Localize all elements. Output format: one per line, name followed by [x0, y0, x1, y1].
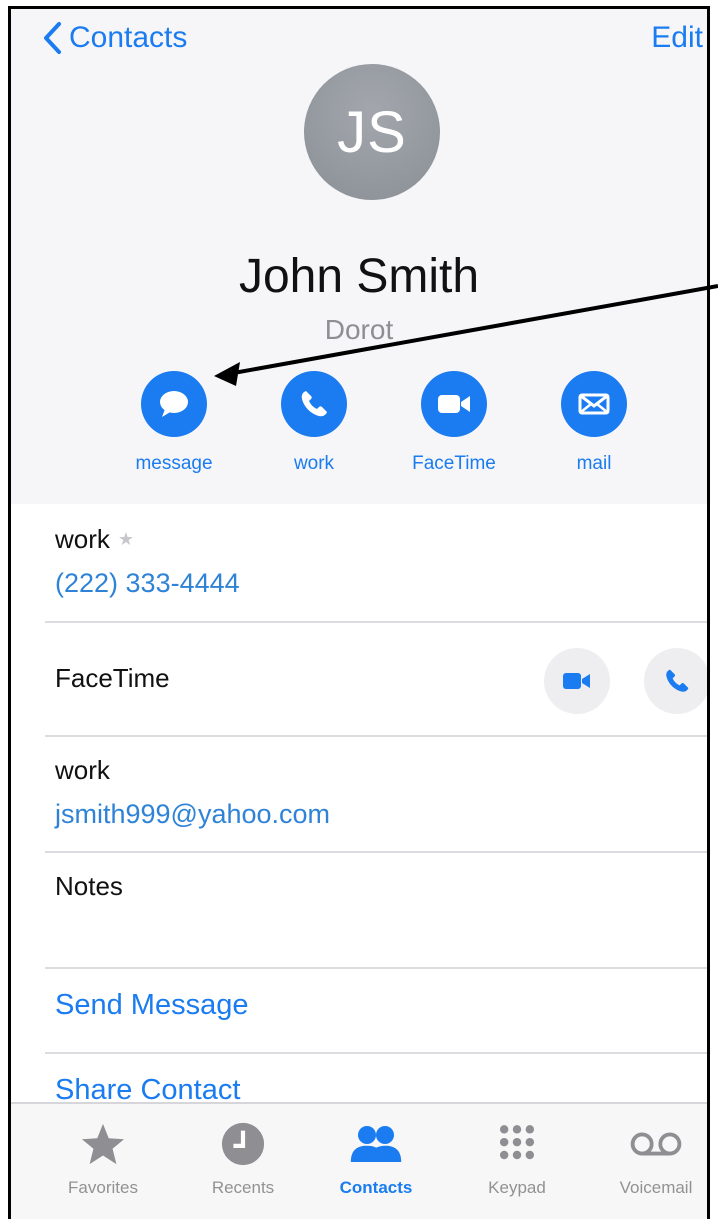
contacts-icon — [316, 1114, 436, 1174]
notes-label: Notes — [55, 871, 123, 901]
mail-action-button[interactable]: mail — [539, 371, 649, 475]
avatar-initials: JS — [337, 99, 407, 165]
mail-action-label: mail — [576, 453, 612, 474]
divider — [45, 967, 707, 969]
edit-button[interactable]: Edit — [651, 21, 703, 55]
voicemail-icon — [596, 1114, 707, 1174]
tab-voicemail[interactable]: Voicemail — [596, 1114, 707, 1198]
message-action-button[interactable]: message — [119, 371, 229, 475]
back-button[interactable]: Contacts — [41, 21, 187, 55]
facetime-label: FaceTime — [55, 663, 170, 693]
message-action-label: message — [135, 453, 213, 474]
phone-icon — [281, 371, 347, 437]
tab-favorites[interactable]: Favorites — [43, 1114, 163, 1198]
video-icon — [563, 673, 590, 689]
avatar: JS — [304, 64, 440, 200]
quick-actions: message work FaceTime mail — [11, 371, 707, 491]
tab-recents[interactable]: Recents — [183, 1114, 303, 1198]
mail-icon — [561, 371, 627, 437]
phone-label-text: work — [55, 524, 110, 554]
facetime-audio-button[interactable] — [644, 648, 707, 714]
phone-row[interactable]: work ★ (222) 333-4444 — [11, 504, 707, 622]
tab-keypad[interactable]: Keypad — [457, 1114, 577, 1198]
phone-icon — [666, 669, 689, 692]
facetime-row: FaceTime — [11, 623, 707, 735]
contact-company: Dorot — [324, 314, 394, 345]
facetime-video-button[interactable] — [544, 648, 610, 714]
facetime-action-label: FaceTime — [412, 453, 496, 474]
star-icon[interactable]: ★ — [118, 529, 134, 549]
tab-contacts[interactable]: Contacts — [316, 1114, 436, 1198]
email-row[interactable]: work jsmith999@yahoo.com — [11, 737, 707, 851]
call-work-action-button[interactable]: work — [259, 371, 369, 475]
tab-voicemail-label: Voicemail — [619, 1178, 693, 1197]
message-icon — [141, 371, 207, 437]
phone-label: work ★ — [55, 524, 134, 555]
notes-field[interactable]: Notes — [11, 853, 707, 967]
phone-number-link[interactable]: (222) 333-4444 — [55, 568, 240, 599]
back-button-label: Contacts — [69, 21, 188, 54]
email-link[interactable]: jsmith999@yahoo.com — [55, 799, 330, 830]
tab-recents-label: Recents — [211, 1178, 275, 1197]
video-icon — [421, 371, 487, 437]
star-icon — [43, 1114, 163, 1174]
call-work-action-label: work — [293, 453, 335, 474]
tab-favorites-label: Favorites — [68, 1178, 138, 1197]
send-message-button[interactable]: Send Message — [55, 989, 248, 1022]
email-label: work — [55, 755, 110, 785]
divider — [45, 1052, 707, 1054]
tab-bar: Favorites Recents Contacts Keypad Voicem… — [11, 1102, 707, 1219]
contact-card-screen: Contacts Edit JS John Smith Dorot messag… — [8, 6, 710, 1219]
contact-name: John Smith — [238, 250, 480, 303]
clock-icon — [183, 1114, 303, 1174]
tab-keypad-label: Keypad — [488, 1178, 546, 1197]
tab-contacts-label: Contacts — [339, 1178, 413, 1197]
keypad-icon — [457, 1114, 577, 1174]
facetime-action-button[interactable]: FaceTime — [399, 371, 509, 475]
chevron-left-icon — [44, 22, 61, 54]
